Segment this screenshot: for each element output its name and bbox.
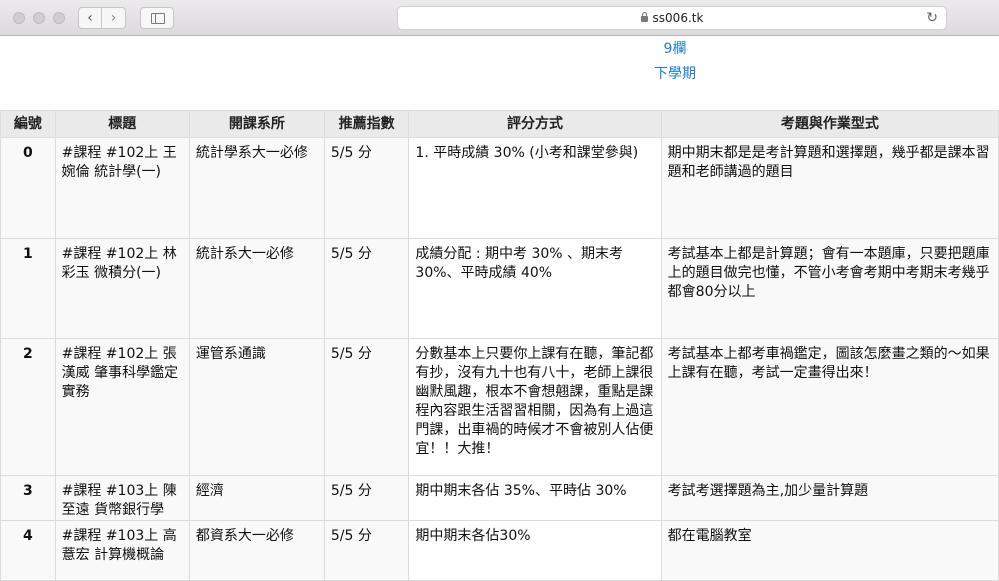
header-dept[interactable]: 開課系所 <box>188 110 325 138</box>
semester-link[interactable]: 下學期 <box>0 65 999 83</box>
zoom-window-button[interactable] <box>53 12 65 24</box>
url-text: ss006.tk <box>652 11 704 25</box>
table-header-row: 編號 標題 開課系所 推薦指數 評分方式 考題與作業型式 <box>0 110 999 138</box>
url-display[interactable]: ss006.tk <box>398 7 946 29</box>
cell-grading: 期中期末各佔 35%、平時佔 30% <box>408 475 662 521</box>
cell-id: 1 <box>0 238 56 339</box>
cell-id: 3 <box>0 475 56 521</box>
cell-title: #課程 #103上 高薏宏 計算機概論 <box>54 520 190 581</box>
cell-exam: 考試基本上都是計算題；會有一本題庫，只要把題庫上的題目做完也懂，不管小考會考期中… <box>660 238 999 339</box>
header-title[interactable]: 標題 <box>54 110 190 138</box>
cell-grading: 成績分配 : 期中考 30% 、期末考 30%、平時成績 40% <box>408 238 662 339</box>
table-row: 2 #課程 #102上 張漢威 肇事科學鑑定實務 運管系通識 5/5 分 分數基… <box>0 338 999 476</box>
cell-exam: 都在電腦教室 <box>660 520 999 581</box>
table-row: 4 #課程 #103上 高薏宏 計算機概論 都資系大一必修 5/5 分 期中期末… <box>0 520 999 581</box>
cell-dept: 運管系通識 <box>188 338 325 476</box>
chevron-left-icon: ‹ <box>87 10 93 26</box>
cell-rating: 5/5 分 <box>323 137 410 239</box>
header-rating[interactable]: 推薦指數 <box>323 110 410 138</box>
cell-id: 0 <box>0 137 56 239</box>
minimize-window-button[interactable] <box>33 12 45 24</box>
cell-id: 4 <box>0 520 56 581</box>
cell-exam: 考試考選擇題為主,加少量計算題 <box>660 475 999 521</box>
table-row: 3 #課程 #103上 陳至遠 貨幣銀行學 經濟 5/5 分 期中期末各佔 35… <box>0 475 999 521</box>
cell-title: #課程 #103上 陳至遠 貨幣銀行學 <box>54 475 190 521</box>
cell-rating: 5/5 分 <box>323 238 410 339</box>
cell-title: #課程 #102上 王婉倫 統計學(一) <box>54 137 190 239</box>
lock-icon <box>640 12 648 22</box>
cell-exam: 考試基本上都考車禍鑑定，圖該怎麼畫之類的～如果上課有在聽，考試一定畫得出來！ <box>660 338 999 476</box>
table-row: 0 #課程 #102上 王婉倫 統計學(一) 統計學系大一必修 5/5 分 1.… <box>0 137 999 239</box>
cell-id: 2 <box>0 338 56 476</box>
course-table: 編號 標題 開課系所 推薦指數 評分方式 考題與作業型式 0 #課程 #102上… <box>0 110 999 581</box>
cell-dept: 統計系大一必修 <box>188 238 325 339</box>
header-grading[interactable]: 評分方式 <box>408 110 662 138</box>
cell-rating: 5/5 分 <box>323 475 410 521</box>
cell-dept: 統計學系大一必修 <box>188 137 325 239</box>
cell-rating: 5/5 分 <box>323 520 410 581</box>
header-exam[interactable]: 考題與作業型式 <box>660 110 999 138</box>
address-bar[interactable]: ss006.tk ↻ <box>397 6 947 30</box>
columns-link[interactable]: 9欄 <box>0 40 999 58</box>
table-row: 1 #課程 #102上 林彩玉 微積分(一) 統計系大一必修 5/5 分 成績分… <box>0 238 999 339</box>
cell-dept: 都資系大一必修 <box>188 520 325 581</box>
header-id[interactable]: 編號 <box>0 110 56 138</box>
cell-exam: 期中期末都是是考計算題和選擇題，幾乎都是課本習題和老師講過的題目 <box>660 137 999 239</box>
cell-title: #課程 #102上 林彩玉 微積分(一) <box>54 238 190 339</box>
cell-grading: 1. 平時成績 30% (小考和課堂參與) <box>408 137 662 239</box>
chevron-right-icon: › <box>110 10 117 26</box>
reload-icon[interactable]: ↻ <box>926 7 938 29</box>
forward-button[interactable]: › <box>102 7 126 29</box>
cell-rating: 5/5 分 <box>323 338 410 476</box>
close-window-button[interactable] <box>13 12 25 24</box>
cell-grading: 期中期末各佔30% <box>408 520 662 581</box>
sidebar-icon <box>151 13 165 24</box>
browser-toolbar: ‹ › ss006.tk ↻ <box>0 0 999 36</box>
back-button[interactable]: ‹ <box>78 7 102 29</box>
sidebar-toggle-button[interactable] <box>140 7 174 29</box>
cell-dept: 經濟 <box>188 475 325 521</box>
cell-grading: 分數基本上只要你上課有在聽，筆記都有抄，沒有九十也有八十，老師上課很幽默風趣，根… <box>408 338 662 476</box>
cell-title: #課程 #102上 張漢威 肇事科學鑑定實務 <box>54 338 190 476</box>
